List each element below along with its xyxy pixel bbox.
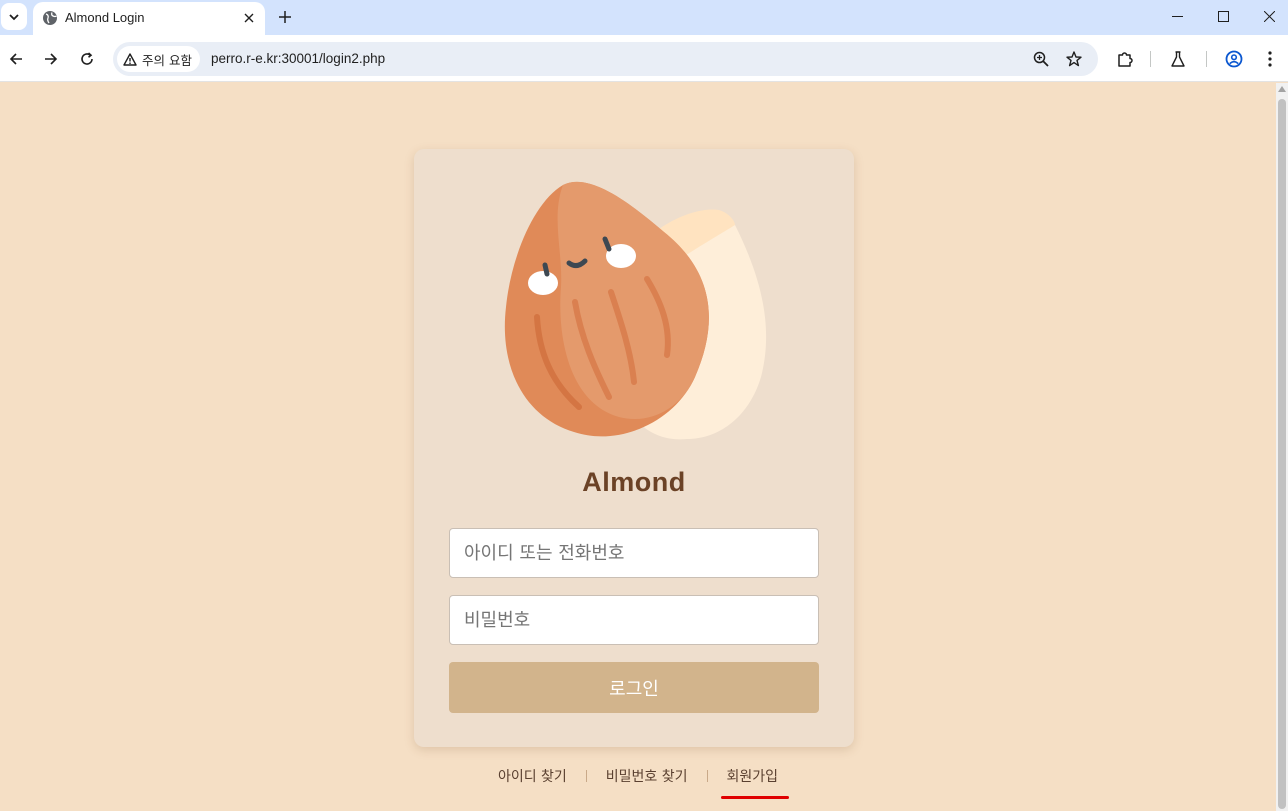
maximize-icon	[1217, 11, 1229, 22]
vertical-scrollbar[interactable]	[1276, 83, 1288, 811]
labs-button[interactable]	[1166, 47, 1190, 71]
profile-button[interactable]	[1222, 47, 1246, 71]
profile-icon	[1225, 50, 1243, 68]
zoom-icon	[1033, 51, 1049, 67]
globe-icon	[43, 11, 57, 25]
url-text[interactable]: perro.r-e.kr:30001/login2.php	[211, 51, 385, 66]
minimize-icon	[1171, 16, 1183, 17]
link-divider	[585, 770, 587, 782]
address-bar[interactable]: 주의 요함 perro.r-e.kr:30001/login2.php	[113, 42, 1098, 76]
find-password-link[interactable]: 비밀번호 찾기	[606, 766, 688, 786]
zoom-button[interactable]	[1029, 47, 1053, 71]
plus-icon	[279, 11, 291, 23]
signup-link-wrapper: 회원가입	[720, 766, 789, 799]
annotation-underline	[720, 796, 789, 799]
star-icon	[1066, 51, 1082, 67]
id-input[interactable]	[449, 528, 819, 578]
active-tab[interactable]: Almond Login	[33, 2, 265, 35]
back-icon	[9, 53, 22, 65]
extensions-icon	[1118, 52, 1133, 67]
page-viewport: Almond 로그인 아이디 찾기 비밀번호 찾기 회원가입	[0, 83, 1276, 811]
forward-button[interactable]	[37, 45, 65, 73]
close-icon	[244, 13, 254, 23]
chevron-down-icon	[9, 13, 19, 20]
tab-title: Almond Login	[65, 10, 145, 25]
reload-icon	[81, 52, 93, 65]
minimize-button[interactable]	[1154, 0, 1200, 33]
password-input[interactable]	[449, 595, 819, 645]
security-chip[interactable]: 주의 요함	[117, 46, 200, 72]
close-icon	[1263, 11, 1275, 22]
browser-menu-button[interactable]	[1258, 47, 1282, 71]
warning-icon	[123, 52, 137, 66]
signup-link[interactable]: 회원가입	[727, 769, 779, 785]
toolbar-divider	[1150, 51, 1151, 67]
tab-strip: Almond Login	[0, 0, 1288, 35]
menu-icon	[1268, 51, 1272, 67]
scroll-up-arrow-icon[interactable]	[1278, 86, 1286, 92]
forward-icon	[45, 53, 58, 65]
extensions-button[interactable]	[1113, 47, 1137, 71]
security-label: 주의 요함	[142, 52, 192, 68]
almond-logo	[504, 181, 767, 440]
scroll-thumb[interactable]	[1278, 99, 1286, 809]
bookmark-button[interactable]	[1062, 47, 1086, 71]
maximize-button[interactable]	[1200, 0, 1246, 33]
reload-button[interactable]	[73, 45, 101, 73]
account-links: 아이디 찾기 비밀번호 찾기 회원가입	[0, 766, 1276, 799]
login-button[interactable]: 로그인	[449, 662, 819, 713]
tab-search-button[interactable]	[1, 3, 27, 30]
link-divider	[706, 770, 708, 782]
find-id-link[interactable]: 아이디 찾기	[498, 766, 567, 786]
window-close-button[interactable]	[1246, 0, 1288, 33]
brand-title: Almond	[582, 467, 686, 497]
back-button[interactable]	[2, 45, 30, 73]
new-tab-button[interactable]	[274, 6, 296, 28]
browser-toolbar: 주의 요함 perro.r-e.kr:30001/login2.php	[0, 35, 1288, 82]
tab-close-button[interactable]	[239, 8, 259, 28]
login-card: Almond 로그인	[414, 149, 854, 747]
labs-flask-icon	[1171, 51, 1185, 67]
toolbar-divider	[1206, 51, 1207, 67]
